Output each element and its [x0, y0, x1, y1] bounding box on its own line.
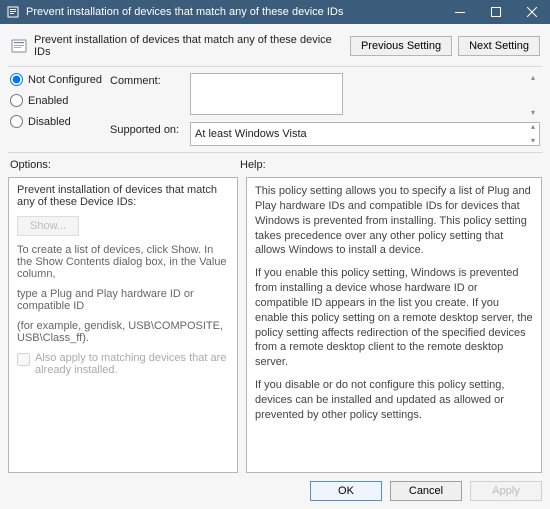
supported-scrollbar[interactable]: ▴▾ — [526, 122, 540, 146]
show-button[interactable]: Show... — [17, 216, 79, 236]
radio-not-configured[interactable]: Not Configured — [10, 73, 110, 86]
radio-enabled[interactable]: Enabled — [10, 94, 110, 107]
help-panel: This policy setting allows you to specif… — [246, 177, 542, 473]
options-hint-1: To create a list of devices, click Show.… — [17, 244, 229, 280]
ok-button[interactable]: OK — [310, 481, 382, 501]
supported-on-label: Supported on: — [110, 122, 190, 136]
dialog-footer: OK Cancel Apply — [8, 473, 542, 501]
next-setting-button[interactable]: Next Setting — [458, 36, 540, 56]
policy-header: Prevent installation of devices that mat… — [8, 30, 542, 67]
help-paragraph-2: If you enable this policy setting, Windo… — [255, 266, 533, 370]
help-paragraph-3: If you disable or do not configure this … — [255, 378, 533, 423]
radio-enabled-input[interactable] — [10, 94, 23, 107]
also-apply-checkbox-input[interactable] — [17, 353, 30, 366]
also-apply-checkbox[interactable]: Also apply to matching devices that are … — [17, 352, 229, 376]
radio-enabled-label: Enabled — [28, 95, 68, 107]
options-title: Prevent installation of devices that mat… — [17, 184, 229, 208]
options-panel: Prevent installation of devices that mat… — [8, 177, 238, 473]
supported-on-value: At least Windows Vista — [190, 122, 540, 146]
radio-not-configured-input[interactable] — [10, 73, 23, 86]
close-button[interactable] — [514, 0, 550, 24]
chevron-down-icon: ▾ — [526, 136, 540, 146]
chevron-up-icon: ▴ — [526, 122, 540, 132]
policy-title: Prevent installation of devices that mat… — [34, 34, 344, 58]
chevron-up-icon: ▴ — [526, 73, 540, 83]
comment-label: Comment: — [110, 73, 190, 87]
maximize-button[interactable] — [478, 0, 514, 24]
options-heading: Options: — [10, 159, 240, 171]
policy-icon — [10, 37, 28, 55]
comment-input[interactable] — [190, 73, 343, 115]
chevron-down-icon: ▾ — [526, 108, 540, 118]
minimize-button[interactable] — [442, 0, 478, 24]
app-icon — [6, 5, 20, 19]
window-title: Prevent installation of devices that mat… — [26, 6, 442, 18]
apply-button[interactable]: Apply — [470, 481, 542, 501]
also-apply-label: Also apply to matching devices that are … — [35, 352, 229, 376]
options-hint-2: type a Plug and Play hardware ID or comp… — [17, 288, 229, 312]
previous-setting-button[interactable]: Previous Setting — [350, 36, 452, 56]
help-heading: Help: — [240, 159, 540, 171]
radio-not-configured-label: Not Configured — [28, 74, 102, 86]
comment-scrollbar[interactable]: ▴▾ — [526, 73, 540, 118]
radio-disabled-input[interactable] — [10, 115, 23, 128]
radio-disabled-label: Disabled — [28, 116, 71, 128]
radio-disabled[interactable]: Disabled — [10, 115, 110, 128]
titlebar: Prevent installation of devices that mat… — [0, 0, 550, 24]
options-hint-3: (for example, gendisk, USB\COMPOSITE, US… — [17, 320, 229, 344]
cancel-button[interactable]: Cancel — [390, 481, 462, 501]
state-radio-group: Not Configured Enabled Disabled — [10, 73, 110, 146]
help-paragraph-1: This policy setting allows you to specif… — [255, 184, 533, 258]
